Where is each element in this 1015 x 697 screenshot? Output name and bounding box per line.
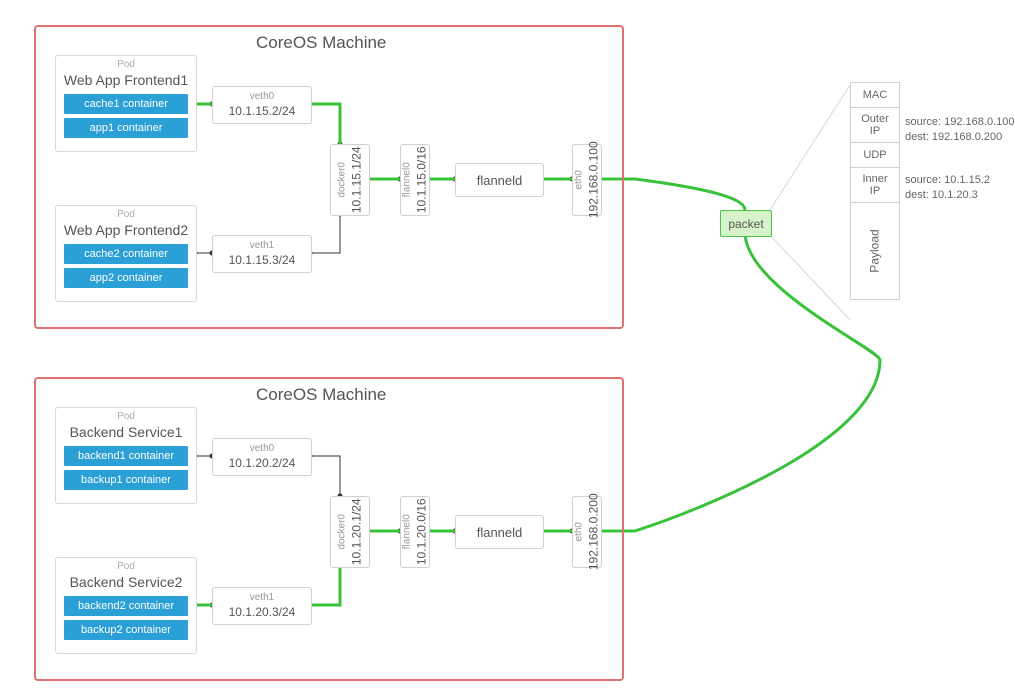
pod-title: Backend Service2 xyxy=(56,575,196,590)
pod-frontend1: Pod Web App Frontend1 cache1 container a… xyxy=(55,55,197,152)
container-backup1: backup1 container xyxy=(64,470,188,490)
eth0-name: eth0 xyxy=(573,494,586,571)
packet-outer-note: source: 192.168.0.100 dest: 192.168.0.20… xyxy=(905,115,1014,145)
veth0-cidr: 10.1.20.2/24 xyxy=(213,456,311,471)
packet-outer-ip: Outer IP xyxy=(851,108,899,143)
flannel0-cidr: 10.1.20.0/16 xyxy=(414,499,428,566)
inner-dest: dest: 10.1.20.3 xyxy=(905,188,990,203)
eth0-name: eth0 xyxy=(573,142,586,219)
veth0-m2: veth0 10.1.20.2/24 xyxy=(212,438,312,476)
container-cache2: cache2 container xyxy=(64,244,188,264)
flannel0-name: flannel0 xyxy=(401,147,414,214)
flannel0-m1: flannel010.1.15.0/16 xyxy=(400,144,430,216)
pod-backend2: Pod Backend Service2 backend2 container … xyxy=(55,557,197,654)
diagram-stage: CoreOS Machine Pod Web App Frontend1 cac… xyxy=(0,0,1015,697)
veth1-cidr: 10.1.15.3/24 xyxy=(213,253,311,268)
pod-tag: Pod xyxy=(56,210,196,220)
veth1-cidr: 10.1.20.3/24 xyxy=(213,605,311,620)
eth0-ip: 192.168.0.200 xyxy=(586,494,600,571)
packet-udp: UDP xyxy=(851,143,899,168)
outer-dest: dest: 192.168.0.200 xyxy=(905,130,1014,145)
pod-tag: Pod xyxy=(56,412,196,422)
packet-payload: Payload xyxy=(851,203,899,299)
inner-source: source: 10.1.15.2 xyxy=(905,173,990,188)
veth0-cidr: 10.1.15.2/24 xyxy=(213,104,311,119)
pod-title: Web App Frontend1 xyxy=(56,73,196,88)
veth0-name: veth0 xyxy=(213,91,311,104)
packet-inner-note: source: 10.1.15.2 dest: 10.1.20.3 xyxy=(905,173,990,203)
docker0-m1: docker010.1.15.1/24 xyxy=(330,144,370,216)
container-app2: app2 container xyxy=(64,268,188,288)
flannel0-m2: flannel010.1.20.0/16 xyxy=(400,496,430,568)
docker0-m2: docker010.1.20.1/24 xyxy=(330,496,370,568)
docker0-name: docker0 xyxy=(336,147,349,214)
pod-frontend2: Pod Web App Frontend2 cache2 container a… xyxy=(55,205,197,302)
packet-mac: MAC xyxy=(851,83,899,108)
container-cache1: cache1 container xyxy=(64,94,188,114)
veth1-name: veth1 xyxy=(213,240,311,253)
flannel0-name: flannel0 xyxy=(401,499,414,566)
veth0-name: veth0 xyxy=(213,443,311,456)
packet-inner-ip: Inner IP xyxy=(851,168,899,203)
pod-tag: Pod xyxy=(56,562,196,572)
veth1-m2: veth1 10.1.20.3/24 xyxy=(212,587,312,625)
machine-title-2: CoreOS Machine xyxy=(256,385,386,405)
container-backup2: backup2 container xyxy=(64,620,188,640)
docker0-cidr: 10.1.20.1/24 xyxy=(349,499,363,566)
flanneld-m2: flanneld xyxy=(455,515,544,549)
veth1-name: veth1 xyxy=(213,592,311,605)
packet-box: packet xyxy=(720,210,772,237)
eth0-ip: 192.168.0.100 xyxy=(586,142,600,219)
pod-title: Web App Frontend2 xyxy=(56,223,196,238)
container-app1: app1 container xyxy=(64,118,188,138)
docker0-name: docker0 xyxy=(336,499,349,566)
eth0-m2: eth0192.168.0.200 xyxy=(572,496,602,568)
flannel0-cidr: 10.1.15.0/16 xyxy=(414,147,428,214)
container-backend2: backend2 container xyxy=(64,596,188,616)
packet-stack: MAC Outer IP UDP Inner IP Payload xyxy=(850,82,900,300)
pod-backend1: Pod Backend Service1 backend1 container … xyxy=(55,407,197,504)
pod-title: Backend Service1 xyxy=(56,425,196,440)
container-backend1: backend1 container xyxy=(64,446,188,466)
veth0-m1: veth0 10.1.15.2/24 xyxy=(212,86,312,124)
docker0-cidr: 10.1.15.1/24 xyxy=(349,147,363,214)
machine-title-1: CoreOS Machine xyxy=(256,33,386,53)
veth1-m1: veth1 10.1.15.3/24 xyxy=(212,235,312,273)
pod-tag: Pod xyxy=(56,60,196,70)
outer-source: source: 192.168.0.100 xyxy=(905,115,1014,130)
eth0-m1: eth0192.168.0.100 xyxy=(572,144,602,216)
flanneld-m1: flanneld xyxy=(455,163,544,197)
